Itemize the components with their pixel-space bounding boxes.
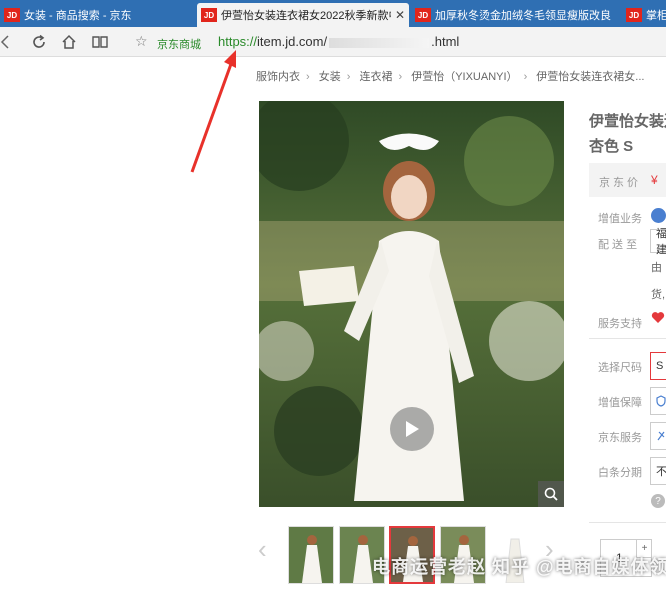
tab-other[interactable]: JD 加厚秋冬烫金加绒冬毛领显瘦版改良: [411, 3, 616, 27]
installment-option[interactable]: 不: [650, 457, 666, 485]
protect-option[interactable]: [650, 387, 666, 415]
delivery-select[interactable]: 福建: [650, 228, 666, 256]
value-add-label: 增值业务: [598, 213, 642, 225]
divider: [589, 338, 666, 339]
prev-thumb-icon[interactable]: ‹: [258, 534, 267, 565]
tab-bar: JD 女装 - 商品搜索 - 京东 JD 伊萱怡女装连衣裙女2022秋季新款中 …: [0, 0, 666, 27]
delivery-label: 配 送 至: [598, 239, 638, 251]
tab-label: 女装 - 商品搜索 - 京东: [24, 10, 132, 22]
product-main-image[interactable]: [259, 101, 564, 507]
breadcrumb-item[interactable]: 伊萱怡女装连衣裙女...: [536, 71, 644, 83]
product-variant: 杏色 S: [589, 138, 634, 155]
address-toolbar: ☆ 京东商城 https://item.jd.com/ .html: [0, 27, 666, 57]
price-box: 京东价 ¥: [589, 163, 666, 197]
from-text: 由: [651, 262, 662, 274]
tool-icon: [657, 431, 665, 441]
tab-label: 伊萱怡女装连衣裙女2022秋季新款中: [221, 10, 391, 22]
tab-product[interactable]: JD 伊萱怡女装连衣裙女2022秋季新款中 ✕: [197, 3, 409, 27]
installment-label: 白条分期: [598, 467, 642, 479]
site-label: 京东商城: [157, 39, 201, 51]
price-label: 京东价: [599, 177, 641, 189]
jd-service-label: 京东服务: [598, 432, 642, 444]
heart-icon[interactable]: [651, 311, 665, 329]
star-icon[interactable]: ☆: [135, 33, 148, 50]
url-redaction: [329, 37, 430, 48]
watermark: 电商运营老赵 知乎 @电商自媒体领域: [372, 557, 666, 577]
refresh-icon[interactable]: [28, 31, 50, 53]
delivery-value: 福建: [656, 228, 666, 256]
installment-value: 不: [656, 466, 666, 478]
tab-search[interactable]: JD 女装 - 商品搜索 - 京东: [0, 3, 195, 27]
play-icon[interactable]: [390, 407, 434, 451]
zoom-icon[interactable]: [538, 481, 564, 507]
size-label: 选择尺码: [598, 362, 642, 374]
jd-logo-icon: JD: [4, 8, 20, 22]
jd-logo-icon: JD: [626, 8, 642, 22]
url-tail: .html: [431, 34, 460, 49]
tab-label: 加厚秋冬烫金加绒冬毛领显瘦版改良: [435, 10, 611, 22]
jd-service-option[interactable]: [650, 422, 666, 450]
size-option[interactable]: S: [650, 352, 666, 380]
book-icon[interactable]: [89, 31, 111, 53]
jd-logo-icon: JD: [415, 8, 431, 22]
home-icon[interactable]: [58, 31, 80, 53]
thumbnail[interactable]: [288, 526, 334, 584]
tab-label: 掌柜: [646, 10, 666, 22]
breadcrumb: 服饰内衣 › 女装 › 连衣裙 › 伊萱怡（YIXUANYI） › 伊萱怡女装连衣裙女.…: [256, 71, 645, 83]
jd-logo-icon: JD: [201, 8, 217, 22]
service-icon[interactable]: [651, 208, 666, 223]
protect-label: 增值保障: [598, 397, 642, 409]
size-value: S: [656, 360, 664, 372]
goods-text: 货,: [651, 289, 666, 301]
breadcrumb-item[interactable]: 伊萱怡（YIXUANYI）: [411, 71, 517, 83]
url-protocol: https://: [218, 34, 258, 49]
breadcrumb-item[interactable]: 服饰内衣: [256, 71, 300, 83]
close-icon[interactable]: ✕: [395, 8, 405, 22]
divider: [589, 522, 666, 523]
product-title: 伊萱怡女装连: [589, 113, 666, 130]
help-icon[interactable]: ?: [651, 494, 665, 508]
address-bar[interactable]: https://item.jd.com/ .html: [218, 34, 459, 49]
service-support-label: 服务支持: [598, 318, 642, 330]
url-host: item.jd.com/: [257, 34, 328, 49]
breadcrumb-item[interactable]: 女装: [319, 71, 341, 83]
price-symbol: ¥: [651, 173, 658, 187]
back-icon[interactable]: [0, 31, 16, 53]
shield-icon: [656, 395, 666, 407]
breadcrumb-item[interactable]: 连衣裙: [359, 71, 392, 83]
tab-seller[interactable]: JD 掌柜: [622, 3, 666, 27]
